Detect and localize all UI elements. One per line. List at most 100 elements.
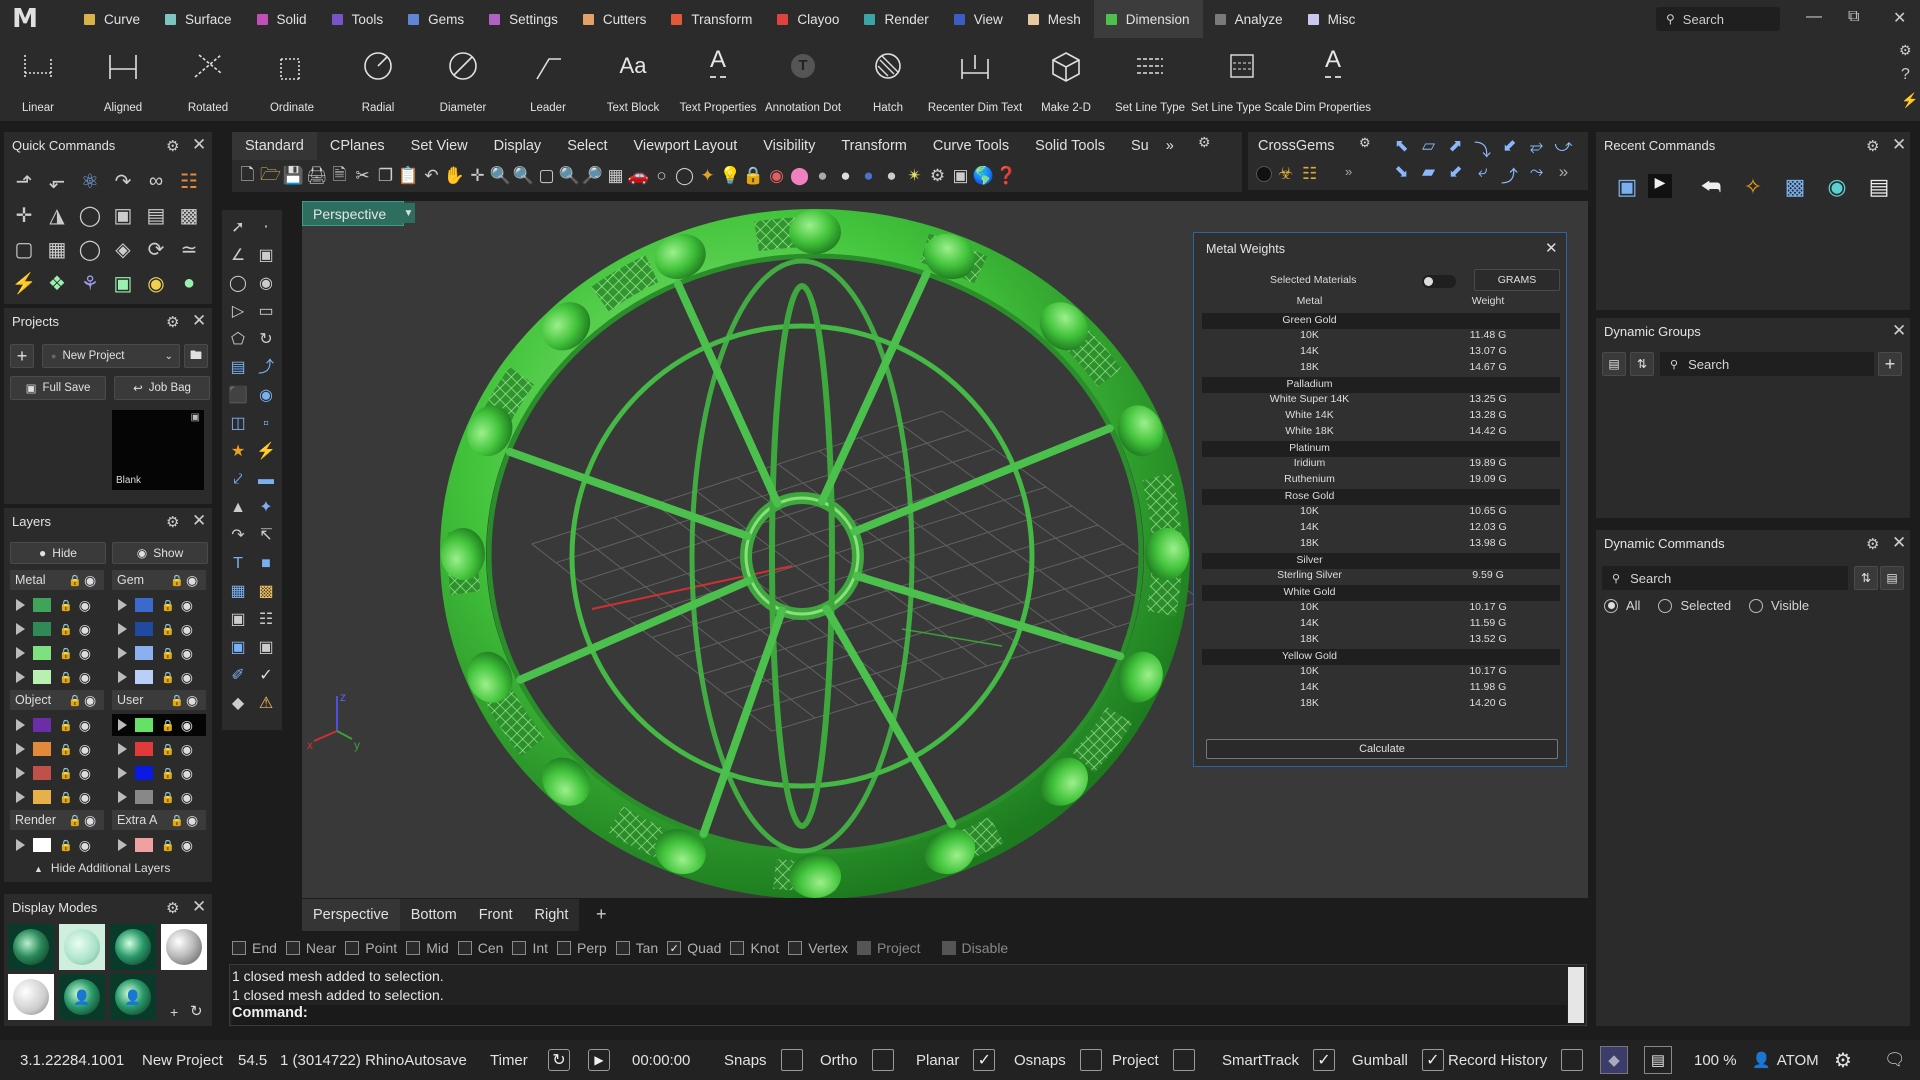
lightning-icon[interactable]: ⚡	[1901, 92, 1918, 109]
layer-color-swatch[interactable]	[135, 598, 153, 612]
lock-icon[interactable]: 🔒	[59, 743, 73, 756]
snap-checkbox[interactable]	[406, 941, 421, 955]
radio-visible[interactable]: Visible	[1749, 598, 1809, 613]
ribbon-diameter-button[interactable]: Diameter	[423, 44, 503, 118]
tab-select[interactable]: Select	[554, 132, 620, 160]
vertical-tool-icon[interactable]: ↷	[224, 522, 252, 550]
vertical-tool-icon[interactable]: ✓	[252, 662, 280, 690]
status-toggle-project[interactable]: Project	[1112, 1040, 1195, 1080]
project-dropdown[interactable]: ● New Project ⌄	[42, 344, 180, 368]
expand-icon[interactable]	[118, 599, 127, 611]
standard-tool-icon[interactable]: ✋	[443, 166, 466, 186]
restore-icon[interactable]: ⧉	[1848, 8, 1859, 26]
project-thumbnail[interactable]: Blank ▣	[112, 410, 204, 490]
layer-row[interactable]: 🔒 ◉	[112, 738, 206, 760]
layer-group-user[interactable]: User 🔒 ◉	[112, 690, 206, 710]
vertical-tool-icon[interactable]: ↸	[252, 522, 280, 550]
recent-command-icon[interactable]: ▣	[1606, 174, 1648, 200]
calendar-button[interactable]: ▤	[1880, 566, 1904, 590]
expand-icon[interactable]	[118, 767, 127, 779]
layer-color-swatch[interactable]	[135, 718, 153, 732]
menu-tab-render[interactable]: Render	[852, 0, 941, 38]
quick-command-icon[interactable]: ☷	[173, 164, 205, 198]
eye-icon[interactable]: ◉	[186, 692, 198, 709]
snap-near[interactable]: Near	[285, 940, 336, 956]
transform-tool-icon[interactable]: ⬋	[1496, 136, 1523, 162]
lock-icon[interactable]: 🔒	[170, 814, 184, 827]
layer-color-swatch[interactable]	[135, 670, 153, 684]
transform-tool-icon[interactable]: ⬋	[1442, 162, 1469, 188]
quick-command-icon[interactable]: ⚘	[74, 266, 106, 300]
expand-icon[interactable]	[118, 623, 127, 635]
recent-command-icon[interactable]: ▶	[1648, 174, 1672, 198]
layer-color-swatch[interactable]	[33, 718, 51, 732]
standard-tool-icon[interactable]: 🗎	[328, 162, 351, 191]
eye-icon[interactable]: ◉	[79, 837, 91, 854]
vertical-tool-icon[interactable]: ◆	[224, 690, 252, 718]
layer-color-swatch[interactable]	[33, 838, 51, 852]
layer-row[interactable]: 🔒 ◉	[112, 834, 206, 856]
eye-icon[interactable]: ◉	[84, 812, 96, 829]
layer-group-extra-a[interactable]: Extra A 🔒 ◉	[112, 810, 206, 830]
tab-cplanes[interactable]: CPlanes	[317, 132, 398, 160]
standard-tool-icon[interactable]: ●	[834, 166, 857, 186]
vertical-tool-icon[interactable]: ⤴	[252, 354, 280, 382]
layer-row[interactable]: 🔒 ◉	[112, 762, 206, 784]
layer-group-render[interactable]: Render 🔒 ◉	[10, 810, 104, 830]
quick-command-icon[interactable]: ≃	[173, 232, 205, 266]
layer-color-swatch[interactable]	[135, 646, 153, 660]
ribbon-ordinate-button[interactable]: Ordinate	[252, 44, 332, 118]
vertical-tool-icon[interactable]: ◉	[252, 382, 280, 410]
quick-command-icon[interactable]: ◯	[74, 198, 106, 232]
layer-row[interactable]: 🔒 ◉	[112, 786, 206, 808]
transform-tool-icon[interactable]: ⤶	[1469, 162, 1496, 188]
menu-tab-gems[interactable]: Gems	[396, 0, 477, 38]
eye-icon[interactable]: ◉	[181, 837, 193, 854]
zoom-level[interactable]: 100 %	[1694, 1040, 1737, 1080]
snap-checkbox[interactable]	[615, 941, 630, 955]
standard-tool-icon[interactable]: ●	[811, 166, 834, 186]
quick-command-icon[interactable]: ▤	[140, 198, 172, 232]
radio-all[interactable]: All	[1604, 598, 1640, 613]
lock-icon[interactable]: 🔒	[59, 623, 73, 636]
tab-curve-tools[interactable]: Curve Tools	[920, 132, 1022, 160]
panel-layout-icon[interactable]: ▤	[1644, 1046, 1672, 1074]
standard-tool-icon[interactable]: ◯	[673, 166, 696, 186]
vertical-tool-icon[interactable]: ▫	[252, 410, 280, 438]
standard-tool-icon[interactable]: 💡	[719, 166, 742, 186]
snap-int[interactable]: Int	[512, 940, 548, 956]
lock-icon[interactable]: 🔒	[59, 839, 73, 852]
expand-icon[interactable]	[16, 719, 25, 731]
eye-icon[interactable]: ◉	[181, 717, 193, 734]
vertical-tool-icon[interactable]: ➚	[224, 214, 252, 242]
transform-tool-icon[interactable]: ▱	[1415, 136, 1442, 162]
settings-gear-icon[interactable]: ⚙	[1834, 1040, 1852, 1080]
rendered-mode-icon[interactable]	[110, 924, 156, 970]
layer-row[interactable]: 🔒 ◉	[10, 834, 104, 856]
vertical-tool-icon[interactable]: ◫	[224, 410, 252, 438]
lock-icon[interactable]: 🔒	[161, 743, 175, 756]
vertical-tool-icon[interactable]: ◉	[252, 270, 280, 298]
standard-tool-icon[interactable]: 🔍	[489, 166, 512, 186]
layer-row[interactable]: 🔒 ◉	[10, 594, 104, 616]
expand-icon[interactable]	[16, 791, 25, 803]
expand-icon[interactable]	[16, 767, 25, 779]
layer-color-swatch[interactable]	[135, 742, 153, 756]
menu-tab-view[interactable]: View	[942, 0, 1016, 38]
toggle-checkbox[interactable]: ✓	[1312, 1049, 1335, 1071]
snap-checkbox[interactable]	[232, 941, 246, 955]
vertical-tool-icon[interactable]: ▭	[252, 298, 280, 326]
lock-icon[interactable]: 🔒	[68, 574, 82, 587]
standard-tool-icon[interactable]: 🔒	[742, 166, 765, 186]
quick-command-icon[interactable]: ✛	[8, 198, 40, 232]
ribbon-annotation-dot-button[interactable]: T Annotation Dot	[763, 44, 843, 118]
ribbon-text-block-button[interactable]: Aa Text Block	[593, 44, 673, 118]
snap-tan[interactable]: Tan	[615, 940, 658, 956]
toggle-checkbox[interactable]	[1172, 1049, 1195, 1071]
eye-icon[interactable]: ◉	[181, 621, 193, 638]
layer-color-swatch[interactable]	[33, 622, 51, 636]
layer-color-swatch[interactable]	[33, 670, 51, 684]
layer-group-object[interactable]: Object 🔒 ◉	[10, 690, 104, 710]
gear-icon[interactable]: ⚙	[1359, 135, 1371, 151]
eye-icon[interactable]: ◉	[79, 789, 91, 806]
